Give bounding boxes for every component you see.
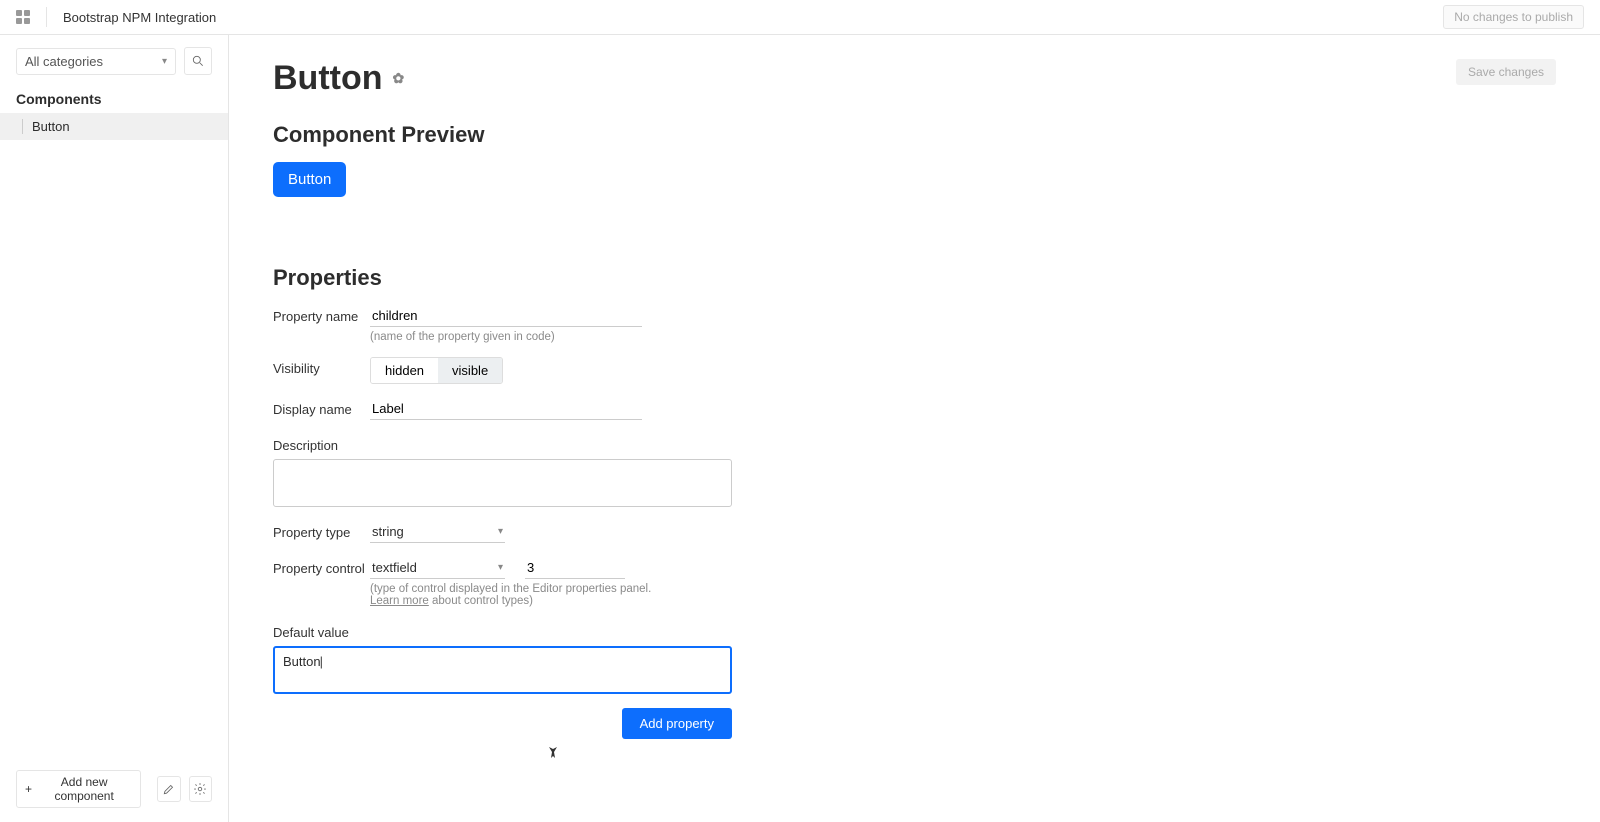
settings-button[interactable] (189, 776, 212, 802)
add-component-button[interactable]: + Add new component (16, 770, 141, 808)
top-bar-left: Bootstrap NPM Integration (16, 7, 216, 27)
preview-button[interactable]: Button (273, 162, 346, 197)
visibility-hidden-button[interactable]: hidden (371, 358, 438, 383)
property-type-value: string (372, 524, 404, 539)
display-name-input[interactable] (370, 398, 642, 420)
property-control-hint: (type of control displayed in the Editor… (370, 583, 651, 607)
hint-suffix: about control types) (429, 595, 533, 607)
property-name-hint: (name of the property given in code) (370, 331, 642, 343)
sidebar-item-button[interactable]: Button (0, 113, 228, 140)
add-property-button[interactable]: Add property (622, 708, 732, 739)
learn-more-link[interactable]: Learn more (370, 595, 429, 607)
default-value-input[interactable]: Button (273, 646, 732, 694)
properties-heading: Properties (273, 265, 1556, 291)
page-title-text: Button (273, 59, 383, 98)
default-value-text: Button (283, 654, 323, 669)
property-control-rows-input[interactable] (525, 557, 625, 579)
divider (46, 7, 47, 27)
main-content: Button ✿ Save changes Component Preview … (229, 35, 1600, 822)
title-gear-icon[interactable]: ✿ (393, 70, 405, 87)
save-changes-button[interactable]: Save changes (1456, 59, 1556, 85)
visibility-label: Visibility (273, 357, 370, 376)
property-name-label: Property name (273, 305, 370, 324)
add-component-label: Add new component (36, 775, 132, 803)
chevron-down-icon: ▾ (498, 562, 503, 573)
property-control-value: textfield (372, 560, 417, 575)
chevron-down-icon: ▾ (162, 56, 167, 67)
publish-button[interactable]: No changes to publish (1443, 5, 1584, 29)
pointer-icon (546, 743, 560, 759)
apps-icon[interactable] (16, 10, 30, 24)
property-type-label: Property type (273, 521, 370, 540)
hint-prefix: (type of control displayed in the Editor… (370, 583, 651, 595)
edit-button[interactable] (157, 776, 180, 802)
description-label: Description (273, 434, 338, 453)
pencil-icon (162, 782, 176, 796)
preview-heading: Component Preview (273, 122, 1556, 148)
sidebar: All categories ▾ Components Button + Add… (0, 35, 229, 822)
property-name-input[interactable] (370, 305, 642, 327)
description-input[interactable] (273, 459, 732, 507)
sidebar-section-components: Components (0, 83, 228, 113)
category-select-label: All categories (25, 54, 103, 69)
visibility-visible-button[interactable]: visible (438, 358, 502, 383)
display-name-label: Display name (273, 398, 370, 417)
top-bar: Bootstrap NPM Integration No changes to … (0, 0, 1600, 35)
plus-icon: + (25, 782, 32, 796)
gear-icon (193, 782, 207, 796)
default-value-label: Default value (273, 621, 349, 640)
page-title: Button ✿ (273, 59, 404, 98)
search-icon (191, 54, 205, 68)
cursor-icon (546, 743, 560, 762)
category-select[interactable]: All categories ▾ (16, 48, 176, 75)
chevron-down-icon: ▾ (498, 526, 503, 537)
search-button[interactable] (184, 47, 212, 75)
property-control-select[interactable]: textfield ▾ (370, 557, 505, 579)
visibility-toggle: hidden visible (370, 357, 503, 384)
property-control-label: Property control (273, 557, 370, 576)
property-type-select[interactable]: string ▾ (370, 521, 505, 543)
project-title: Bootstrap NPM Integration (63, 10, 216, 25)
